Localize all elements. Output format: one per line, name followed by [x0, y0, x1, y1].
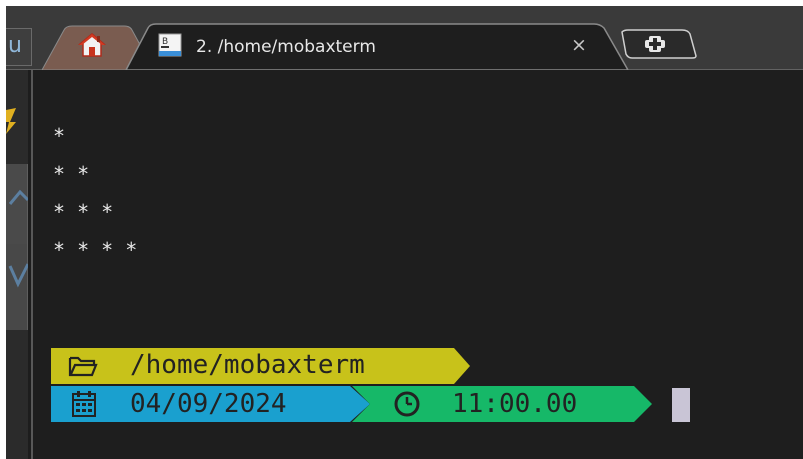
clock-icon: [394, 391, 420, 417]
folder-icon: [68, 356, 98, 377]
prompt-path: /home/mobaxterm: [130, 350, 365, 380]
terminal-cursor: [672, 388, 690, 422]
prompt-time: 11:00.00: [452, 389, 578, 419]
prompt-date: 04/09/2024: [130, 389, 287, 419]
calendar-icon: [72, 391, 96, 417]
mobaxterm-window: u B 2. /home/mobaxterm × * * * * * * * *…: [0, 0, 803, 459]
